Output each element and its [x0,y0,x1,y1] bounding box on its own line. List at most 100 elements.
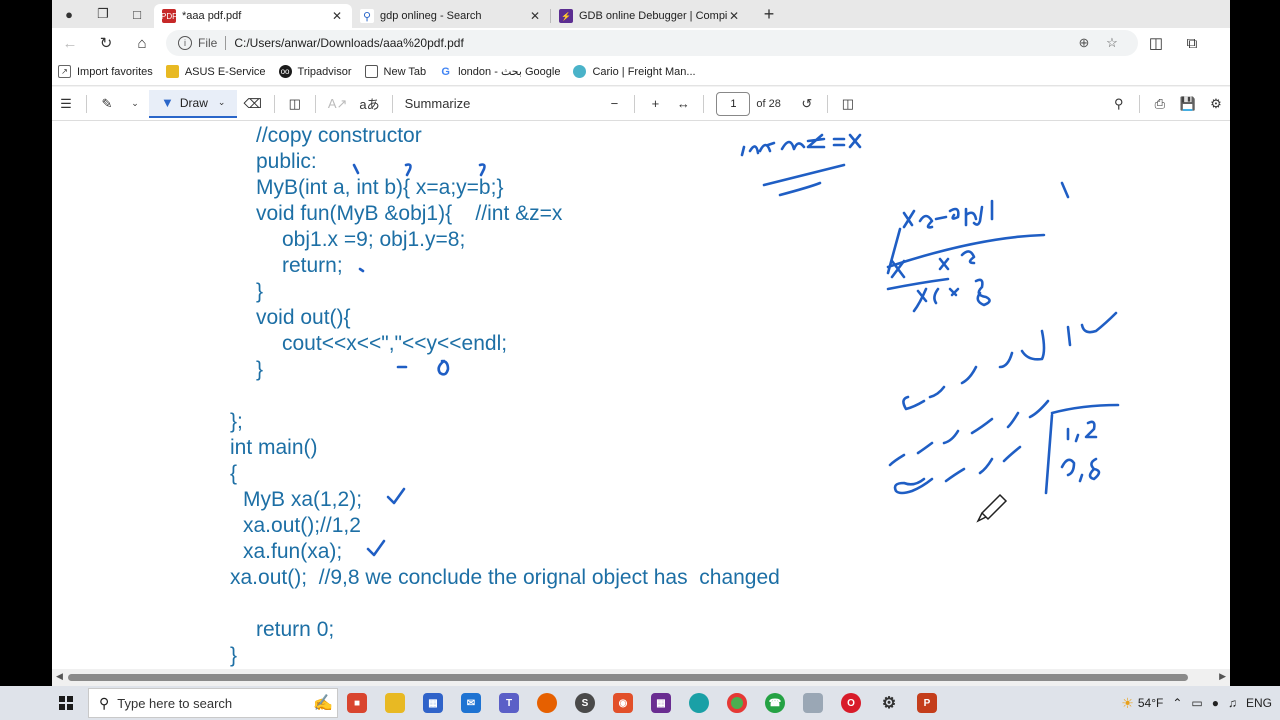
taskbar-app-icon[interactable] [794,688,832,718]
taskbar-settings-icon[interactable]: ⚙ [870,688,908,718]
close-icon[interactable]: ✕ [528,9,542,23]
url-text[interactable]: C:/Users/anwar/Downloads/aaa%20pdf.pdf [234,36,1070,50]
workspaces-icon[interactable]: ❐ [86,0,120,28]
bookmark-cario[interactable]: Cario | Freight Man... [573,65,696,78]
taskbar-search[interactable]: ⚲ Type here to search ✍ [88,688,338,718]
tab-actions-icon[interactable]: □ [120,0,154,28]
taskbar-teams-icon[interactable]: T [490,688,528,718]
translate-icon[interactable]: aあ [353,90,385,118]
chevron-up-icon[interactable]: ⌃ [1172,696,1182,710]
new-tab-button[interactable]: + [755,4,783,25]
divider [86,94,87,113]
highlight-icon[interactable]: ✎ [93,90,121,118]
draw-button[interactable]: ▼ Draw ⌄ [149,89,238,118]
taskbar-file-explorer-icon[interactable] [376,688,414,718]
google-icon: G [439,65,453,78]
favorite-star-icon[interactable]: ☆ [1098,35,1126,51]
taskbar-opera-icon[interactable]: O [832,688,870,718]
taskbar-camera-icon[interactable]: ◉ [604,688,642,718]
zoom-in-icon[interactable]: + [641,90,669,118]
bookmark-new-tab[interactable]: New Tab [364,65,426,78]
close-icon[interactable]: ✕ [727,9,741,23]
fit-page-icon[interactable]: ↔ [669,90,697,118]
ink-mark [404,163,412,177]
close-icon[interactable]: ✕ [330,9,344,23]
taskbar-whatsapp-icon[interactable]: ☎ [756,688,794,718]
page-number-input[interactable]: 1 [716,91,751,116]
search-placeholder: Type here to search [117,695,233,711]
collections-icon[interactable]: ⧉ [1174,35,1210,52]
gdb-icon: ⚡ [559,9,573,23]
windows-icon [59,696,73,710]
back-icon[interactable]: ← [52,35,88,52]
tab-pdf[interactable]: PDF *aaa pdf.pdf ✕ [154,4,352,28]
ink-values [1066,420,1098,443]
settings-icon[interactable]: ⚙ [1202,90,1230,118]
pdf-toolbar: ☰ ✎ ⌄ ▼ Draw ⌄ ⌫ ◫ A↗ aあ Summarize − + ↔… [52,87,1230,121]
ink-note [890,250,976,279]
contents-icon[interactable]: ☰ [52,90,80,118]
language-indicator[interactable]: ENG [1246,696,1272,710]
scroll-right-icon[interactable]: ▶ [1219,671,1226,682]
draw-label: Draw [179,95,208,110]
taskbar-edge-icon[interactable] [680,688,718,718]
tab-title: gdp onlineg - Search [380,10,482,22]
start-button[interactable] [48,696,84,710]
taskbar-powerpoint-icon[interactable]: P [908,688,946,718]
page-total: of 28 [756,97,781,110]
taskbar-chrome-icon[interactable] [718,688,756,718]
divider [634,94,636,113]
divider [314,94,316,113]
network-icon[interactable]: ● [1212,696,1219,710]
bookmark-london[interactable]: Glondon - بحث Google [439,65,560,78]
letterbox-left [0,0,52,686]
taskbar-store-icon[interactable]: ▦ [414,688,452,718]
taskbar-calculator-icon[interactable]: ▦ [642,688,680,718]
taskbar-firefox-icon[interactable] [528,688,566,718]
ink-mark [478,163,486,177]
bookmark-import-favorites[interactable]: ↗ Import favorites [58,65,153,78]
volume-icon[interactable]: ♫ [1228,696,1237,710]
search-icon[interactable]: ⚲ [1105,90,1133,118]
address-bar[interactable]: i File C:/Users/anwar/Downloads/aaa%20pd… [166,30,1138,56]
zoom-out-icon[interactable]: − [600,90,628,118]
taskbar-skype-icon[interactable]: S [566,688,604,718]
bookmark-asus[interactable]: ASUS E-Service [165,65,266,78]
tab-gdb[interactable]: ⚡ GDB online Debugger | Compiler ✕ [551,4,749,28]
save-icon[interactable]: 💾 [1174,90,1202,118]
page-view-icon[interactable]: ◫ [834,90,862,118]
page-icon [364,65,378,78]
eraser-icon[interactable]: ⌫ [237,90,267,118]
split-screen-icon[interactable]: ◫ [1138,34,1174,52]
chevron-down-icon[interactable]: ⌄ [218,97,226,108]
scrollbar-thumb[interactable] [68,674,1188,681]
horizontal-scrollbar[interactable]: ◀ ▶ [52,669,1230,686]
zoom-icon[interactable]: ⊕ [1070,35,1098,51]
url-scheme: File [198,36,218,50]
import-icon: ↗ [58,65,71,78]
tab-search[interactable]: ⚲ gdp onlineg - Search ✕ [352,4,550,28]
taskbar-mail-icon[interactable]: ✉ [452,688,490,718]
bookmark-tripadvisor[interactable]: oo Tripadvisor [278,65,352,78]
browser-window: ● ❐ □ PDF *aaa pdf.pdf ✕ ⚲ gdp onlineg -… [0,0,1280,720]
ink-digit [437,359,450,376]
read-aloud-icon[interactable]: A↗ [322,90,354,118]
ink-note [902,181,1070,229]
refresh-icon[interactable]: ↻ [88,34,124,52]
letterbox-right [1230,0,1280,686]
text-box-icon[interactable]: ◫ [281,90,309,118]
pdf-page[interactable]: //copy constructor public: MyB(int a, in… [52,121,1230,669]
temperature[interactable]: 54°F [1138,696,1163,710]
weather-icon[interactable]: ☀ [1121,695,1134,712]
taskbar-gift-icon[interactable]: ■ [338,688,376,718]
home-icon[interactable]: ⌂ [124,35,160,52]
divider [273,94,275,113]
profile-icon[interactable]: ● [52,0,86,28]
chevron-down-icon[interactable]: ⌄ [121,90,149,118]
battery-icon[interactable]: ▭ [1191,696,1202,710]
print-icon[interactable]: ⎙ [1146,90,1174,118]
summarize-button[interactable]: Summarize [399,90,477,118]
rotate-icon[interactable]: ↺ [793,90,821,118]
info-icon[interactable]: i [178,36,192,50]
scroll-left-icon[interactable]: ◀ [56,671,63,682]
